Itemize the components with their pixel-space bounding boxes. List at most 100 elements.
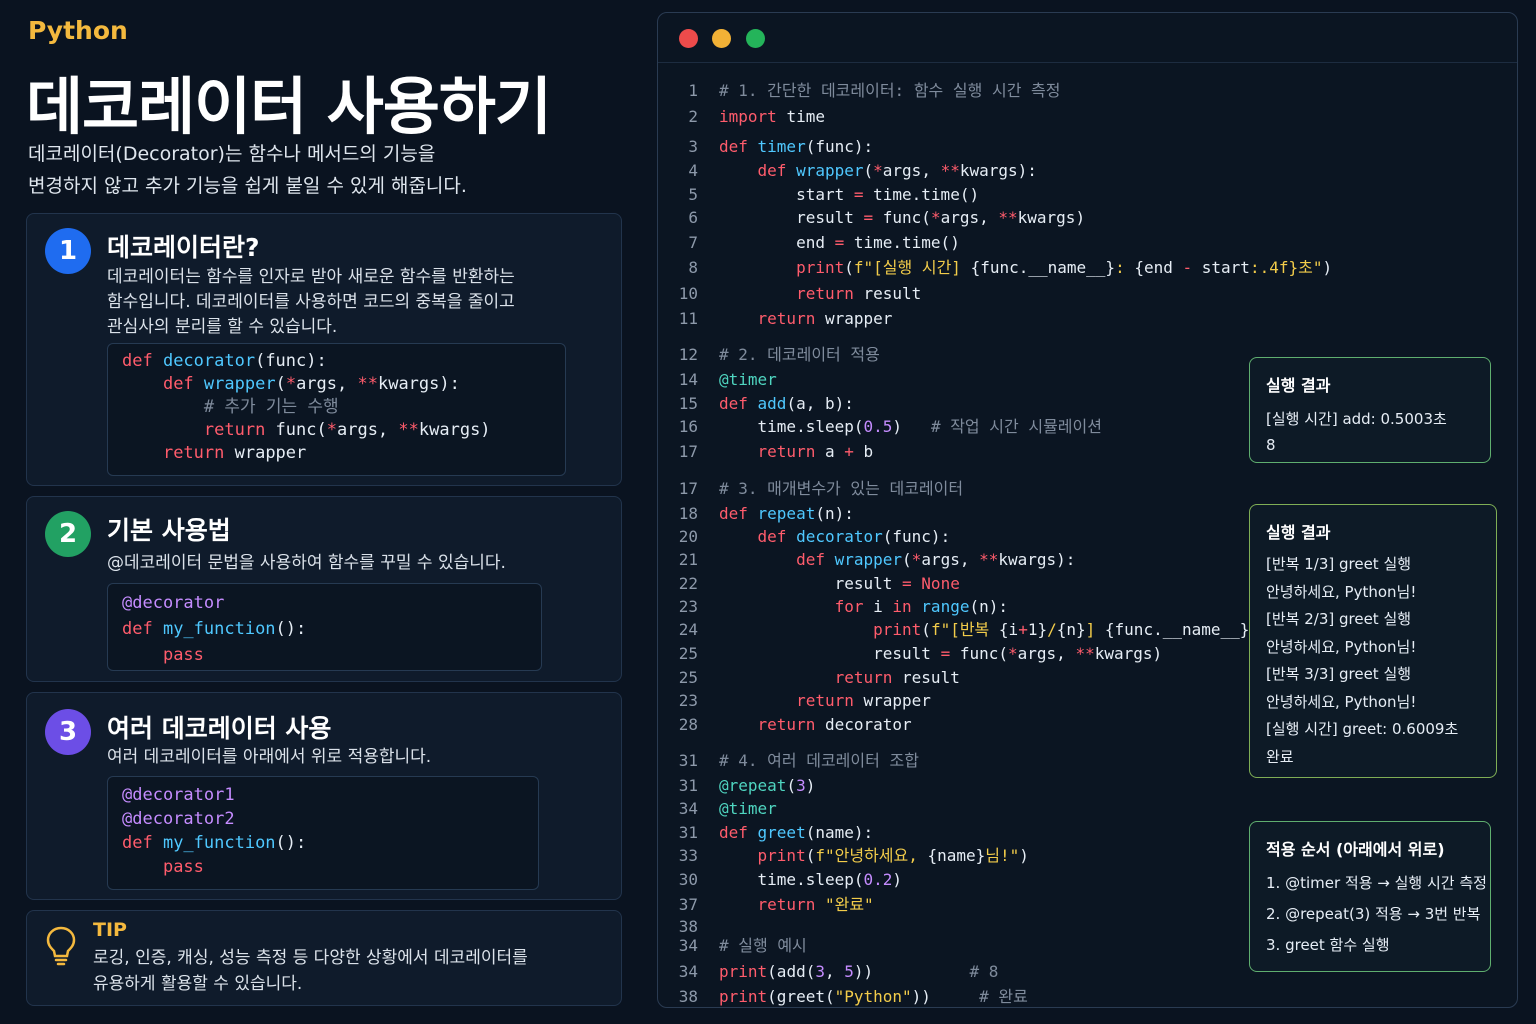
line-number: 4 <box>688 161 698 180</box>
line-number: 20 <box>678 527 698 546</box>
line-number: 25 <box>678 668 698 687</box>
code-line: def wrapper(*args, **kwargs): <box>162 374 460 394</box>
tip-label: TIP <box>93 919 127 941</box>
line-number: 34 <box>678 962 698 981</box>
result-panel-order: 적용 순서 (아래에서 위로) 1. @timer 적용 → 실행 시간 측정 … <box>1249 821 1491 972</box>
line-source: start = time.time() <box>719 185 980 204</box>
section-title: 기본 사용법 <box>107 516 231 545</box>
section-card-1: 1 데코레이터란? 데코레이터는 함수를 인자로 받아 새로운 함수를 반환하는… <box>26 213 622 486</box>
result-line: 3. greet 함수 실행 <box>1266 936 1390 954</box>
result-line: 안녕하세요, Python님! <box>1266 637 1417 656</box>
line-source: @timer <box>719 370 777 389</box>
line-source: def greet(name): <box>719 823 874 842</box>
line-source: return decorator <box>757 715 912 734</box>
line-number: 6 <box>688 208 698 227</box>
result-line: [반복 1/3] greet 실행 <box>1266 555 1412 573</box>
line-number: 5 <box>688 185 698 204</box>
line-source: return wrapper <box>757 309 893 328</box>
line-source: result = func(*args, **kwargs) <box>719 644 1163 663</box>
section-description: 여러 데코레이터를 아래에서 위로 적용합니다. <box>107 745 431 770</box>
intro-line: 변경하지 않고 추가 기능을 쉽게 붙일 수 있게 해줍니다. <box>28 175 467 197</box>
line-source: def wrapper(*args, **kwargs): <box>796 550 1076 569</box>
minimize-window-button[interactable] <box>712 29 731 48</box>
maximize-window-button[interactable] <box>746 29 765 48</box>
line-source: print(f"안녕하세요, {name}님!") <box>757 846 1029 865</box>
section-description: @데코레이터 문법을 사용하여 함수를 꾸밀 수 있습니다. <box>107 551 506 576</box>
code-line: def decorator(func): <box>122 351 327 371</box>
result-title: 실행 결과 <box>1266 523 1331 542</box>
line-source: time.sleep(0.5) # 작업 시간 시뮬레이션 <box>719 417 1102 436</box>
line-number: 34 <box>678 799 698 818</box>
line-number: 21 <box>678 550 698 569</box>
code-snippet: @decorator def my_function(): pass <box>107 583 542 671</box>
line-number: 18 <box>678 504 698 523</box>
tip-line: 유용하게 활용할 수 있습니다. <box>93 974 303 994</box>
line-number: 28 <box>678 715 698 734</box>
line-source: import time <box>719 107 825 126</box>
line-source: return wrapper <box>796 691 931 710</box>
section-number-badge: 2 <box>45 511 91 557</box>
desc-line: 데코레이터는 함수를 인자로 받아 새로운 함수를 반환하는 <box>107 267 515 287</box>
result-line: 1. @timer 적용 → 실행 시간 측정 <box>1266 874 1487 892</box>
line-source: def timer(func): <box>719 137 874 156</box>
code-editor-window: 1 # 1. 간단한 데코레이터: 함수 실행 시간 측정 2 import time… <box>657 12 1518 1008</box>
result-line: 8 <box>1266 436 1276 454</box>
line-source: def repeat(n): <box>719 504 854 523</box>
line-source: return a + b <box>757 442 874 461</box>
line-source: def decorator(func): <box>757 527 951 546</box>
line-source: for i in range(n): <box>834 597 1008 616</box>
line-source: @repeat(3) <box>719 776 816 795</box>
line-source: return result <box>796 284 922 303</box>
line-number: 24 <box>678 620 698 639</box>
line-number: 33 <box>678 846 698 865</box>
result-line: [반복 2/3] greet 실행 <box>1266 610 1412 628</box>
line-number: 3 <box>688 137 698 156</box>
section-title: 데코레이터란? <box>107 233 260 262</box>
language-tag: Python <box>28 16 128 45</box>
line-number: 2 <box>688 107 698 126</box>
result-line: 2. @repeat(3) 적용 → 3번 반복 <box>1266 905 1481 923</box>
desc-line: 여러 데코레이터를 아래에서 위로 적용합니다. <box>107 747 432 767</box>
result-panel-add: 실행 결과 [실행 시간] add: 0.5003초 8 <box>1249 357 1491 463</box>
section-description: 데코레이터는 함수를 인자로 받아 새로운 함수를 반환하는 함수입니다. 데코… <box>107 265 515 340</box>
section-number-badge: 3 <box>45 709 91 755</box>
close-window-button[interactable] <box>679 29 698 48</box>
line-number: 37 <box>678 895 698 914</box>
line-number: 11 <box>678 309 698 328</box>
line-source: def add(a, b): <box>719 394 854 413</box>
desc-line: @데코레이터 문법을 사용하여 함수를 꾸밀 수 있습니다. <box>107 553 506 573</box>
line-number: 23 <box>678 597 698 616</box>
result-line: [실행 시간] add: 0.5003초 <box>1266 410 1447 428</box>
result-line: 완료 <box>1266 747 1294 766</box>
line-source: def wrapper(*args, **kwargs): <box>757 161 1037 180</box>
window-titlebar <box>658 13 1517 63</box>
line-source: @timer <box>719 799 777 818</box>
line-source: print(f"[실행 시간] {func.__name__}: {end - … <box>796 258 1333 277</box>
code-line: return func(*args, **kwargs) <box>203 420 491 440</box>
line-source: # 1. 간단한 데코레이터: 함수 실행 시간 측정 <box>719 81 1061 100</box>
result-line: 안녕하세요, Python님! <box>1266 582 1417 601</box>
code-line: @decorator1 <box>122 785 235 805</box>
line-number: 15 <box>678 394 698 413</box>
section-card-2: 2 기본 사용법 @데코레이터 문법을 사용하여 함수를 꾸밀 수 있습니다. … <box>26 496 622 682</box>
line-number: 38 <box>678 987 698 1006</box>
result-panel-greet: 실행 결과 [반복 1/3] greet 실행 안녕하세요, Python님! … <box>1249 504 1497 778</box>
line-source: end = time.time() <box>719 233 960 252</box>
line-source: return result <box>834 668 960 687</box>
code-line: @decorator <box>122 593 225 613</box>
line-source: # 실행 예시 <box>719 936 807 955</box>
line-number: 23 <box>678 691 698 710</box>
line-source: # 3. 매개변수가 있는 데코레이터 <box>719 479 964 498</box>
line-source: return "완료" <box>757 895 874 914</box>
tip-text: 로깅, 인증, 캐싱, 성능 측정 등 다양한 상황에서 데코레이터를 유용하게… <box>93 945 528 997</box>
code-line: def my_function(): <box>122 833 307 853</box>
line-number: 31 <box>678 751 698 770</box>
code-line: pass <box>162 857 204 877</box>
intro-line: 데코레이터(Decorator)는 함수나 메서드의 기능을 <box>28 143 436 165</box>
section-number-badge: 1 <box>45 228 91 274</box>
result-line: [실행 시간] greet: 0.6009초 <box>1266 720 1459 738</box>
line-source: result = None <box>719 574 960 593</box>
result-title: 실행 결과 <box>1266 376 1331 395</box>
desc-line: 관심사의 분리를 할 수 있습니다. <box>107 317 338 337</box>
line-number: 25 <box>678 644 698 663</box>
